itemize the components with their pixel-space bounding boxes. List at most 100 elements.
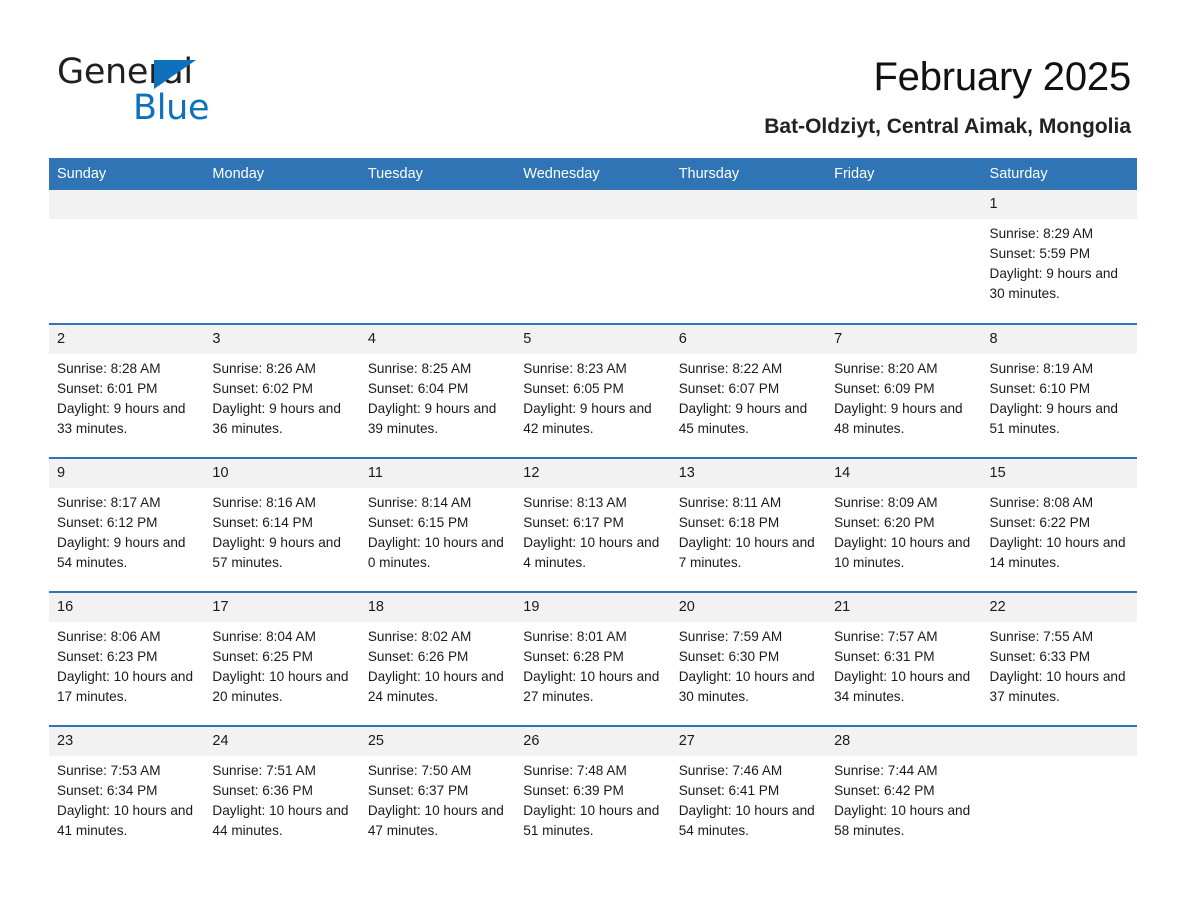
- sunrise-text: Sunrise: 8:02 AM: [367, 629, 472, 644]
- daylight-text: Daylight: 10 hours and 41 minutes.: [57, 803, 194, 838]
- sunrise-text: Sunrise: 7:48 AM: [523, 763, 627, 778]
- sunset-text: Sunset: 6:34 PM: [57, 783, 158, 798]
- calendar-day-cell[interactable]: 20 Sunrise: 7:59 AM Sunset: 6:30 PM Dayligh…: [670, 591, 827, 726]
- calendar-day-cell[interactable]: 17 Sunrise: 8:04 AM Sunset: 6:25 PM Dayligh…: [204, 591, 360, 726]
- calendar-day-cell[interactable]: 23 Sunrise: 7:53 AM Sunset: 6:34 PM Dayligh…: [49, 725, 205, 860]
- sunset-text: Sunset: 6:17 PM: [523, 515, 624, 530]
- daylight-text: Daylight: 9 hours and 54 minutes.: [57, 535, 186, 570]
- day-info: Sunrise: 8:28 AM Sunset: 6:01 PM Daylight:…: [49, 354, 204, 439]
- calendar-day-cell[interactable]: 8 Sunrise: 8:19 AM Sunset: 6:10 PM Daylight…: [981, 323, 1137, 458]
- calendar-day-cell[interactable]: 9 Sunrise: 8:17 AM Sunset: 6:12 PM Daylight…: [49, 457, 205, 592]
- daylight-text: Daylight: 10 hours and 24 minutes.: [367, 669, 504, 704]
- sunset-text: Sunset: 6:37 PM: [367, 783, 469, 798]
- day-info: Sunrise: 8:11 AM Sunset: 6:18 PM Daylight:…: [671, 488, 826, 573]
- day-number: 11: [359, 459, 516, 488]
- calendar-table: Sunday Monday Tuesday Wednesday Thursday…: [49, 158, 1137, 860]
- sunrise-text: Sunrise: 8:26 AM: [212, 361, 316, 376]
- calendar-day-cell[interactable]: 3 Sunrise: 8:26 AM Sunset: 6:02 PM Daylight…: [204, 323, 360, 458]
- calendar-day-cell[interactable]: 7 Sunrise: 8:20 AM Sunset: 6:09 PM Daylight…: [826, 323, 982, 458]
- weekday-header-saturday: Saturday: [981, 158, 1137, 190]
- calendar-day-cell-empty: [670, 190, 827, 324]
- calendar-day-cell[interactable]: 22 Sunrise: 7:55 AM Sunset: 6:33 PM Dayligh…: [981, 591, 1137, 726]
- day-info: Sunrise: 8:06 AM Sunset: 6:23 PM Daylight:…: [49, 622, 204, 707]
- calendar-day-cell[interactable]: 10 Sunrise: 8:16 AM Sunset: 6:14 PM Dayligh…: [204, 457, 360, 592]
- calendar-day-cell[interactable]: 24 Sunrise: 7:51 AM Sunset: 6:36 PM Dayligh…: [204, 725, 360, 860]
- calendar-day-cell[interactable]: 11 Sunrise: 8:14 AM Sunset: 6:15 PM Dayligh…: [359, 457, 516, 592]
- daylight-text: Daylight: 10 hours and 27 minutes.: [523, 669, 660, 704]
- sunrise-text: Sunrise: 8:01 AM: [523, 629, 627, 644]
- calendar-day-cell[interactable]: 27 Sunrise: 7:46 AM Sunset: 6:41 PM Dayligh…: [670, 725, 827, 860]
- logo-text-blue: Blue: [133, 88, 210, 128]
- sunset-text: Sunset: 6:41 PM: [678, 783, 780, 798]
- sunrise-text: Sunrise: 8:16 AM: [212, 495, 316, 510]
- daylight-text: Daylight: 10 hours and 37 minutes.: [989, 669, 1126, 704]
- calendar-day-cell[interactable]: 6 Sunrise: 8:22 AM Sunset: 6:07 PM Daylight…: [670, 323, 827, 458]
- sunset-text: Sunset: 6:12 PM: [57, 515, 158, 530]
- day-number: [49, 190, 205, 219]
- day-number: 3: [204, 325, 360, 354]
- day-number: 7: [826, 325, 982, 354]
- daylight-text: Daylight: 9 hours and 30 minutes.: [989, 266, 1118, 301]
- sunset-text: Sunset: 6:20 PM: [834, 515, 935, 530]
- calendar-day-cell[interactable]: 2 Sunrise: 8:28 AM Sunset: 6:01 PM Daylight…: [49, 323, 205, 458]
- calendar-page: General Blue February 2025 Bat-Oldziyt, …: [0, 0, 1188, 918]
- calendar-day-cell[interactable]: 4 Sunrise: 8:25 AM Sunset: 6:04 PM Daylight…: [359, 323, 516, 458]
- sunrise-text: Sunrise: 7:46 AM: [678, 763, 783, 778]
- calendar-day-cell[interactable]: 19 Sunrise: 8:01 AM Sunset: 6:28 PM Dayligh…: [515, 591, 671, 726]
- sunrise-text: Sunrise: 7:55 AM: [989, 629, 1094, 644]
- day-number: 21: [826, 593, 982, 622]
- sunrise-text: Sunrise: 7:44 AM: [834, 763, 938, 778]
- calendar-day-cell[interactable]: 21 Sunrise: 7:57 AM Sunset: 6:31 PM Dayligh…: [826, 591, 982, 726]
- daylight-text: Daylight: 10 hours and 44 minutes.: [212, 803, 349, 838]
- day-number: 5: [515, 325, 671, 354]
- sunset-text: Sunset: 6:05 PM: [523, 381, 624, 396]
- calendar-day-cell[interactable]: 12 Sunrise: 8:13 AM Sunset: 6:17 PM Dayligh…: [515, 457, 671, 592]
- sunset-text: Sunset: 6:14 PM: [212, 515, 313, 530]
- sunrise-text: Sunrise: 7:53 AM: [57, 763, 161, 778]
- daylight-text: Daylight: 9 hours and 33 minutes.: [57, 401, 186, 436]
- calendar-day-cell[interactable]: 28 Sunrise: 7:44 AM Sunset: 6:42 PM Dayligh…: [826, 725, 982, 860]
- daylight-text: Daylight: 10 hours and 0 minutes.: [367, 535, 504, 570]
- daylight-text: Daylight: 10 hours and 58 minutes.: [834, 803, 971, 838]
- day-number: 16: [49, 593, 205, 622]
- daylight-text: Daylight: 10 hours and 30 minutes.: [678, 669, 815, 704]
- sunset-text: Sunset: 6:28 PM: [523, 649, 624, 664]
- calendar-header-row: Sunday Monday Tuesday Wednesday Thursday…: [49, 158, 1137, 190]
- day-info: Sunrise: 7:48 AM Sunset: 6:39 PM Daylight:…: [515, 756, 670, 841]
- sunset-text: Sunset: 6:07 PM: [678, 381, 780, 396]
- day-number: [826, 190, 982, 219]
- calendar-day-cell[interactable]: 1 Sunrise: 8:29 AM Sunset: 5:59 PM Daylight…: [981, 190, 1137, 324]
- sunset-text: Sunset: 6:33 PM: [989, 649, 1091, 664]
- sunrise-text: Sunrise: 8:11 AM: [678, 495, 782, 510]
- sunset-text: Sunset: 6:42 PM: [834, 783, 935, 798]
- sunset-text: Sunset: 6:31 PM: [834, 649, 935, 664]
- calendar-day-cell[interactable]: 13 Sunrise: 8:11 AM Sunset: 6:18 PM Dayligh…: [670, 457, 827, 592]
- calendar-day-cell[interactable]: 18 Sunrise: 8:02 AM Sunset: 6:26 PM Dayligh…: [359, 591, 516, 726]
- day-number: 18: [359, 593, 516, 622]
- day-info: Sunrise: 8:26 AM Sunset: 6:02 PM Daylight:…: [204, 354, 359, 439]
- sunrise-text: Sunrise: 8:17 AM: [57, 495, 161, 510]
- calendar-day-cell[interactable]: 5 Sunrise: 8:23 AM Sunset: 6:05 PM Daylight…: [515, 323, 671, 458]
- day-info: Sunrise: 7:46 AM Sunset: 6:41 PM Daylight:…: [671, 756, 826, 841]
- sunset-text: Sunset: 6:04 PM: [367, 381, 469, 396]
- weekday-header-tuesday: Tuesday: [359, 158, 516, 190]
- daylight-text: Daylight: 10 hours and 47 minutes.: [367, 803, 504, 838]
- calendar-day-cell[interactable]: 26 Sunrise: 7:48 AM Sunset: 6:39 PM Dayligh…: [515, 725, 671, 860]
- sunrise-text: Sunrise: 8:04 AM: [212, 629, 316, 644]
- sunrise-text: Sunrise: 8:08 AM: [989, 495, 1094, 510]
- sunrise-text: Sunrise: 8:22 AM: [678, 361, 783, 376]
- calendar-day-cell[interactable]: 16 Sunrise: 8:06 AM Sunset: 6:23 PM Dayligh…: [49, 591, 205, 726]
- calendar-day-cell[interactable]: 14 Sunrise: 8:09 AM Sunset: 6:20 PM Dayligh…: [826, 457, 982, 592]
- day-number: 8: [981, 325, 1137, 354]
- sunrise-text: Sunrise: 8:19 AM: [989, 361, 1094, 376]
- day-info: Sunrise: 7:53 AM Sunset: 6:34 PM Daylight:…: [49, 756, 204, 841]
- day-number: 15: [981, 459, 1137, 488]
- sunrise-text: Sunrise: 7:51 AM: [212, 763, 316, 778]
- calendar-day-cell[interactable]: 25 Sunrise: 7:50 AM Sunset: 6:37 PM Dayligh…: [359, 725, 516, 860]
- calendar-day-cell[interactable]: 15 Sunrise: 8:08 AM Sunset: 6:22 PM Dayligh…: [981, 457, 1137, 592]
- sunset-text: Sunset: 6:25 PM: [212, 649, 313, 664]
- day-number: 25: [359, 727, 516, 756]
- calendar-day-cell-empty: [515, 190, 671, 324]
- calendar-day-cell-empty: [49, 190, 205, 324]
- calendar-week-row: 9 Sunrise: 8:17 AM Sunset: 6:12 PM Daylight…: [49, 457, 1137, 592]
